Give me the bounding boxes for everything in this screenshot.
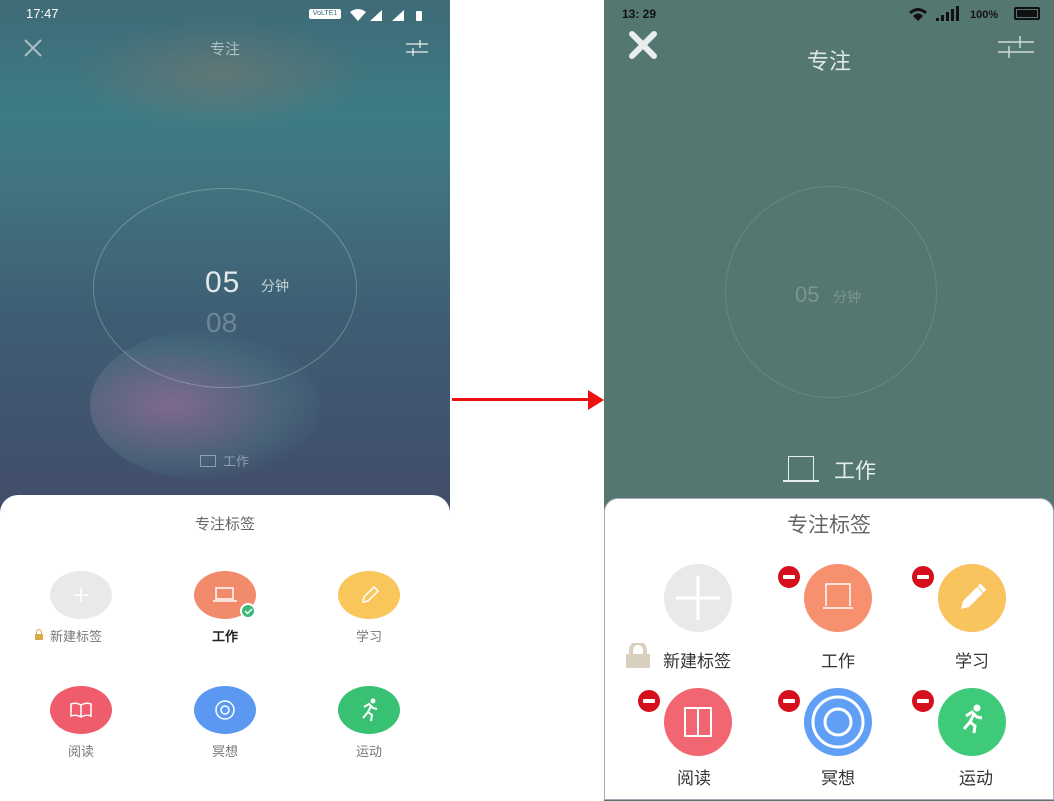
tag-sport-label: 运动: [355, 745, 382, 760]
pencil-icon: [961, 583, 987, 609]
status-time: 13: 29: [622, 7, 657, 21]
square-icon-base: [783, 480, 819, 482]
new-tag-button[interactable]: [664, 564, 732, 632]
status-time: 17:47: [26, 6, 59, 21]
new-tag-label: 新建标签: [663, 652, 731, 672]
timer-minutes-next[interactable]: 08: [206, 307, 237, 339]
pencil-icon: [362, 585, 380, 603]
battery-percent: 100%: [970, 9, 999, 21]
lock-icon: [626, 643, 650, 668]
left-phone-screen: 17:47 VoLTE1 专注 05 分钟 08 工作 专注标签 新建标签 工作…: [0, 0, 450, 801]
timer-minutes[interactable]: 05: [205, 266, 240, 300]
arrow-head: [588, 390, 604, 410]
battery-icon: [416, 11, 422, 21]
wifi-icon: [350, 9, 366, 21]
tag-work-label: 工作: [821, 652, 855, 672]
status-icons: [350, 9, 422, 21]
tag-study-button[interactable]: [938, 564, 1006, 632]
signal-icon: [370, 10, 382, 21]
tag-meditation-button[interactable]: [804, 688, 872, 756]
run-icon: [962, 704, 983, 734]
sheet-title: 专注标签: [194, 515, 255, 533]
tag-reading-button[interactable]: [664, 688, 732, 756]
tag-meditation-label: 冥想: [211, 745, 238, 760]
volte-badge: VoLTE1: [309, 9, 341, 19]
tag-sport-button[interactable]: [338, 686, 400, 734]
timer-unit: 分钟: [261, 279, 289, 295]
wifi-icon: [909, 8, 927, 21]
current-tag-label[interactable]: 工作: [834, 455, 876, 485]
selected-check-icon: [240, 603, 256, 619]
tag-study-button[interactable]: [338, 571, 400, 619]
delete-tag-sport-button[interactable]: [910, 688, 936, 714]
tag-meditation-button[interactable]: [194, 686, 256, 734]
timer-minutes[interactable]: 05: [795, 282, 819, 308]
book-icon: [684, 707, 712, 737]
square-icon: [788, 456, 814, 480]
timer-ring: [725, 186, 937, 398]
timer-unit: 分钟: [833, 290, 861, 306]
new-tag-button[interactable]: [50, 571, 112, 619]
run-icon: [362, 698, 378, 722]
status-icons: [909, 6, 959, 21]
tag-reading-label: 阅读: [677, 769, 711, 789]
tag-meditation-label: 冥想: [821, 769, 855, 789]
meditation-icon: [811, 695, 865, 749]
laptop-icon: [200, 455, 216, 467]
laptop-icon: [213, 587, 237, 602]
new-tag-label: 新建标签: [50, 630, 103, 645]
current-tag-label[interactable]: 工作: [223, 451, 249, 470]
meditation-icon: [215, 700, 235, 720]
background-blur: [70, 20, 370, 130]
delete-tag-reading-button[interactable]: [636, 688, 662, 714]
plus-icon: [676, 576, 720, 620]
battery-icon: [1014, 7, 1040, 20]
tag-work-button[interactable]: [804, 564, 872, 632]
page-title: 专注: [806, 50, 851, 75]
tag-sport-button[interactable]: [938, 688, 1006, 756]
delete-tag-meditation-button[interactable]: [776, 688, 802, 714]
tag-study-label: 学习: [955, 652, 989, 672]
delete-tag-study-button[interactable]: [910, 564, 936, 590]
delete-tag-work-button[interactable]: [776, 564, 802, 590]
page-title: 专注: [209, 40, 240, 58]
square-icon: [823, 583, 853, 609]
settings-sliders-icon[interactable]: [406, 39, 428, 57]
signal-icon-2: [392, 10, 404, 21]
lock-icon: [35, 629, 43, 640]
tag-sheet: 专注标签 新建标签 工作 学习 阅读 冥想 运动: [604, 498, 1054, 800]
tag-reading-button[interactable]: [50, 686, 112, 734]
right-phone-screen: 13: 29 100% 专注 05 分钟 工作 专注标签 新建标签 工作 学习 …: [604, 0, 1054, 801]
plus-icon: [74, 588, 88, 602]
transition-arrow: [452, 398, 592, 401]
sheet-title: 专注标签: [787, 513, 871, 537]
book-icon: [70, 702, 92, 718]
tag-reading-label: 阅读: [67, 745, 94, 760]
settings-sliders-icon[interactable]: [996, 32, 1036, 60]
tag-sport-label: 运动: [959, 769, 993, 789]
tag-sheet: 专注标签 新建标签 工作 学习 阅读 冥想 运动: [0, 495, 450, 801]
tag-study-label: 学习: [355, 630, 382, 645]
tag-work-label: 工作: [211, 630, 238, 645]
